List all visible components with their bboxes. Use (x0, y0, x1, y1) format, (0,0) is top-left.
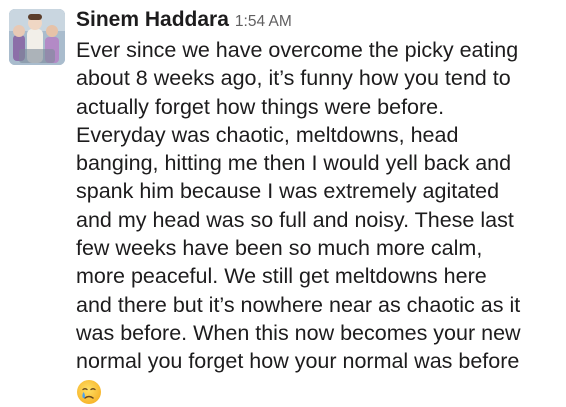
message-line: banging, hitting me then I would yell ba… (76, 151, 512, 176)
message-content: Sinem Haddara 1:54 AM Ever since we have … (76, 4, 560, 405)
message-line: Everyday was chaotic, meltdowns, head (76, 122, 459, 147)
message-line: Ever since we have overcome the picky ea… (76, 38, 519, 62)
emoji-line (76, 376, 560, 405)
sender-name[interactable]: Sinem Haddara (76, 8, 229, 31)
message-line: and there but it’s nowhere near as chaot… (76, 292, 521, 317)
avatar[interactable] (9, 9, 65, 65)
message-timestamp[interactable]: 1:54 AM (235, 13, 292, 30)
message-body: Ever since we have overcome the picky ea… (76, 36, 560, 405)
message-line: about 8 weeks ago, it’s funny how you te… (76, 66, 511, 91)
message-line: was before. When this now becomes your n… (76, 320, 521, 345)
crying-face-icon (77, 379, 101, 404)
message-line: few weeks have been so much more calm, (76, 236, 483, 261)
message-line: actually forget how things were before. (76, 94, 445, 119)
message-line: more peaceful. We still get meltdowns he… (76, 264, 487, 289)
message-line: normal you forget how your normal was be… (76, 349, 520, 374)
message-header: Sinem Haddara 1:54 AM (76, 4, 560, 36)
message: Sinem Haddara 1:54 AM Ever since we have … (0, 0, 566, 407)
message-line: spank him because I was extremely agitat… (76, 179, 500, 204)
message-line: and my head was so full and noisy. These… (76, 207, 514, 232)
avatar-photo (9, 9, 65, 65)
